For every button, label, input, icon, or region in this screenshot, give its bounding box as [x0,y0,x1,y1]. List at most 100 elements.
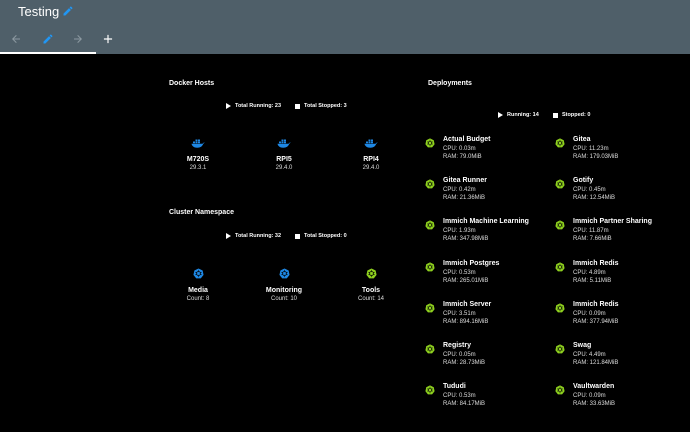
deployment-ram: RAM: 7.66MiB [573,236,612,242]
deployment-ram: RAM: 179.03MiB [573,154,619,160]
kubernetes-icon [555,220,565,230]
kubernetes-icon [555,179,565,189]
namespace-card[interactable]: Tools Count: 14 [341,268,401,302]
deployment-ram: RAM: 33.63MiB [573,401,616,407]
deployment-ram: RAM: 377.94MiB [573,319,619,325]
deployment-name: Gitea Runner [443,177,487,184]
host-name: RPI5 [276,156,292,163]
deployment-cpu: CPU: 0.05m [443,352,476,358]
stop-icon [295,233,300,239]
docker-icon [191,139,205,148]
kubernetes-icon [425,303,435,313]
page-title: Testing [18,4,60,19]
deployment-cpu: CPU: 11.87m [573,228,609,234]
deployment-name: Immich Server [443,301,492,308]
deployment-cpu: CPU: 4.89m [573,270,606,276]
deployment-name: Actual Budget [443,136,491,143]
top-bar: Testing [0,0,690,54]
deployments-title: Deployments [428,80,472,87]
kubernetes-icon [555,344,565,354]
namespace-count: Count: 10 [270,296,298,302]
deployments-stopped-label: Stopped: 0 [562,112,591,118]
docker-stopped-stat: Total Stopped: 3 [295,103,347,109]
edit-title-icon[interactable] [62,5,74,17]
docker-host-card[interactable]: M720S 29.3.1 [168,138,228,171]
deployment-cpu: CPU: 0.42m [443,187,476,193]
deployment-name: Immich Machine Learning [443,218,529,225]
add-icon[interactable] [101,32,115,46]
deployment-cpu: CPU: 1.93m [443,228,476,234]
deployment-ram: RAM: 121.84MiB [573,360,619,366]
kubernetes-icon [425,138,435,148]
deployment-cpu: CPU: 4.49m [573,352,606,358]
namespace-name: Monitoring [265,287,303,294]
deployment-name: Gotify [573,177,594,184]
edit-mode-icon[interactable] [42,33,54,45]
deployment-ram: RAM: 894.16MiB [443,319,489,325]
active-tab-indicator [0,52,96,54]
docker-icon [364,139,378,148]
deployment-name: Tududi [443,383,466,390]
host-name: M720S [186,156,210,163]
deployment-cpu: CPU: 0.09m [573,311,606,317]
deployment-ram: RAM: 21.36MiB [443,195,486,201]
deployment-name: Immich Redis [573,301,619,308]
play-icon [226,103,231,109]
namespace-card[interactable]: Media Count: 8 [168,268,228,302]
docker-hosts-title: Docker Hosts [169,80,215,87]
deployment-name: Swag [573,342,592,349]
deployment-ram: RAM: 5.11MiB [573,278,612,284]
deployments-running-stat: Running: 14 [498,112,539,118]
cluster-stopped-label: Total Stopped: 0 [304,233,347,239]
forward-arrow-icon[interactable] [72,33,84,45]
kubernetes-icon [425,179,435,189]
deployment-name: Immich Partner Sharing [573,218,652,225]
kubernetes-icon [278,268,290,279]
docker-host-card[interactable]: RPI5 29.4.0 [254,138,314,171]
deployment-cpu: CPU: 0.53m [443,393,476,399]
namespace-name: Media [188,287,208,294]
deployment-cpu: CPU: 0.09m [573,393,606,399]
deployment-ram: RAM: 265.01MiB [443,278,489,284]
deployments-running-label: Running: 14 [507,112,539,118]
deployment-ram: RAM: 84.17MiB [443,401,486,407]
docker-icon [277,139,291,148]
deployment-name: Registry [443,342,472,349]
deployment-name: Gitea [573,136,591,143]
kubernetes-icon [425,220,435,230]
deployment-name: Immich Postgres [443,260,500,267]
docker-running-stat: Total Running: 23 [226,103,281,109]
kubernetes-icon [555,138,565,148]
stop-icon [295,103,300,109]
deployment-cpu: CPU: 0.53m [443,270,476,276]
host-name: RPI4 [363,156,379,163]
cluster-running-label: Total Running: 32 [235,233,282,239]
deployment-cpu: CPU: 0.03m [443,146,476,152]
docker-running-label: Total Running: 23 [235,103,282,109]
play-icon [498,112,503,118]
back-arrow-icon[interactable] [10,33,22,45]
kubernetes-icon [192,268,204,279]
docker-host-card[interactable]: RPI4 29.4.0 [341,138,401,171]
cluster-stopped-stat: Total Stopped: 0 [295,233,347,239]
deployment-name: Immich Redis [573,260,619,267]
kubernetes-icon [425,262,435,272]
deployment-ram: RAM: 12.54MiB [573,195,616,201]
kubernetes-icon [555,303,565,313]
kubernetes-icon [365,268,377,279]
kubernetes-icon [425,344,435,354]
namespace-card[interactable]: Monitoring Count: 10 [254,268,314,302]
play-icon [226,233,231,239]
deployments-stopped-stat: Stopped: 0 [553,112,590,118]
deployment-name: Vaultwarden [573,383,615,390]
deployment-cpu: CPU: 11.23m [573,146,609,152]
deployment-cpu: CPU: 3.51m [443,311,476,317]
kubernetes-icon [555,385,565,395]
host-version: 29.4.0 [362,165,380,171]
namespace-count: Count: 8 [186,296,210,302]
deployment-cpu: CPU: 0.45m [573,187,606,193]
deployment-ram: RAM: 79.0MiB [443,154,482,160]
cluster-running-stat: Total Running: 32 [226,233,281,239]
namespace-name: Tools [361,287,381,294]
deployment-ram: RAM: 347.98MiB [443,236,489,242]
